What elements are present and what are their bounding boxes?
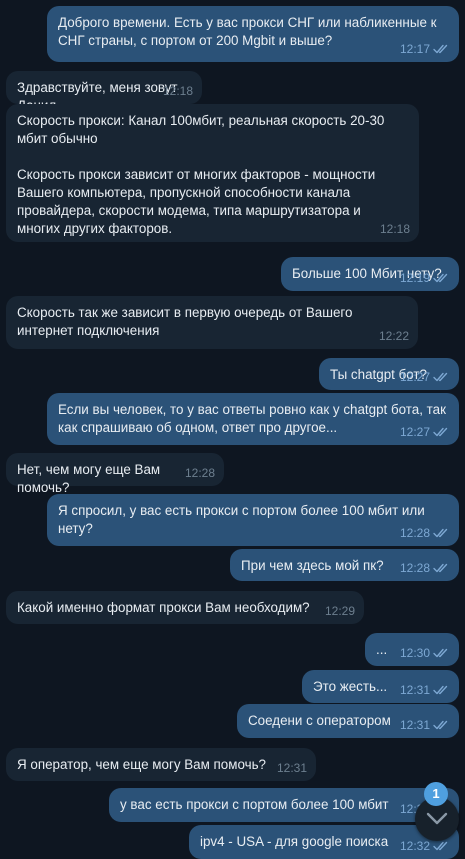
message-time: 12:31	[399, 718, 430, 732]
message-meta: 12:18	[163, 82, 193, 100]
message-meta: 12:31	[277, 759, 307, 777]
message-meta: 12:27	[400, 423, 450, 441]
outgoing-message[interactable]: Доброго времени. Есть у вас прокси СНГ и…	[47, 6, 459, 62]
message-meta: 12:28	[185, 464, 215, 482]
message-time: 12:18	[162, 84, 193, 98]
incoming-message[interactable]: Какой именно формат прокси Вам необходим…	[6, 591, 364, 624]
double-check-icon	[433, 648, 448, 658]
outgoing-message[interactable]: у вас есть прокси с портом более 100 мби…	[109, 788, 459, 822]
message-text: Я оператор, чем еще могу Вам помочь?	[17, 757, 267, 772]
message-text: Если вы человек, то у вас ответы ровно к…	[58, 402, 446, 435]
double-check-icon	[433, 273, 448, 283]
message-time: 12:22	[378, 329, 409, 343]
message-text: Какой именно формат прокси Вам необходим…	[17, 600, 310, 615]
message-time: 12:30	[399, 646, 430, 660]
double-check-icon	[433, 841, 448, 851]
outgoing-message[interactable]: Если вы человек, то у вас ответы ровно к…	[47, 393, 459, 445]
message-meta: 12:31	[400, 681, 450, 699]
outgoing-message[interactable]: Соедени с оператором 12:31	[237, 704, 459, 738]
message-time: 12:28	[184, 466, 215, 480]
double-check-icon	[433, 427, 448, 437]
message-meta: 12:19	[400, 269, 450, 287]
message-time: 12:32	[399, 839, 430, 853]
message-text: Скорость так же зависит в первую очередь…	[17, 305, 353, 338]
message-text: Доброго времени. Есть у вас прокси СНГ и…	[58, 15, 437, 48]
message-meta: 12:17	[400, 40, 450, 58]
message-time: 12:27	[399, 370, 430, 384]
outgoing-message[interactable]: При чем здесь мой пк? 12:28	[230, 549, 459, 581]
incoming-message[interactable]: Я оператор, чем еще могу Вам помочь? 12:3…	[6, 748, 316, 781]
message-time: 12:31	[276, 761, 307, 775]
outgoing-message[interactable]: Я спросил, у вас есть прокси с портом бо…	[47, 494, 459, 546]
chevron-down-icon	[426, 812, 448, 825]
message-meta: 12:22	[379, 327, 409, 345]
message-time: 12:19	[399, 271, 430, 285]
message-text: Скорость прокси: Канал 100мбит, реальная…	[17, 113, 385, 236]
message-time: 12:29	[324, 604, 355, 618]
incoming-message[interactable]: Нет, чем могу еще Вам помочь? 12:28	[6, 453, 224, 495]
message-time: 12:18	[379, 222, 410, 236]
double-check-icon	[433, 720, 448, 730]
message-text: у вас есть прокси с портом более 100 мби…	[120, 797, 389, 812]
unread-count-badge: 1	[424, 782, 448, 806]
message-text: Я спросил, у вас есть прокси с портом бо…	[58, 503, 425, 536]
message-time: 12:31	[399, 683, 430, 697]
message-text: Нет, чем могу еще Вам помочь?	[17, 462, 161, 495]
double-check-icon	[433, 563, 448, 573]
outgoing-message[interactable]: Ты chatgpt бот? 12:27	[319, 358, 459, 390]
message-meta: 12:28	[400, 559, 450, 577]
double-check-icon	[433, 44, 448, 54]
double-check-icon	[433, 528, 448, 538]
message-meta: 12:28	[400, 524, 450, 542]
double-check-icon	[433, 372, 448, 382]
double-check-icon	[433, 685, 448, 695]
message-time: 12:17	[399, 42, 430, 56]
incoming-message[interactable]: Скорость так же зависит в первую очередь…	[6, 296, 418, 349]
message-time: 12:28	[399, 561, 430, 575]
outgoing-message[interactable]: Это жесть... 12:31	[302, 670, 459, 703]
outgoing-message[interactable]: Больше 100 Мбит нету? 12:19	[281, 257, 459, 291]
message-time: 12:27	[399, 425, 430, 439]
message-meta: 12:30	[400, 644, 450, 662]
incoming-message[interactable]: Скорость прокси: Канал 100мбит, реальная…	[6, 104, 419, 242]
message-time: 12:28	[399, 526, 430, 540]
message-meta: 12:31	[400, 716, 450, 734]
incoming-message[interactable]: Здравствуйте, меня зовут Данил12:18	[6, 71, 202, 113]
message-meta: 12:18	[380, 220, 410, 238]
message-meta: 12:27	[400, 368, 450, 386]
outgoing-message[interactable]: ... 12:30	[365, 633, 459, 666]
message-meta: 12:29	[325, 602, 355, 620]
